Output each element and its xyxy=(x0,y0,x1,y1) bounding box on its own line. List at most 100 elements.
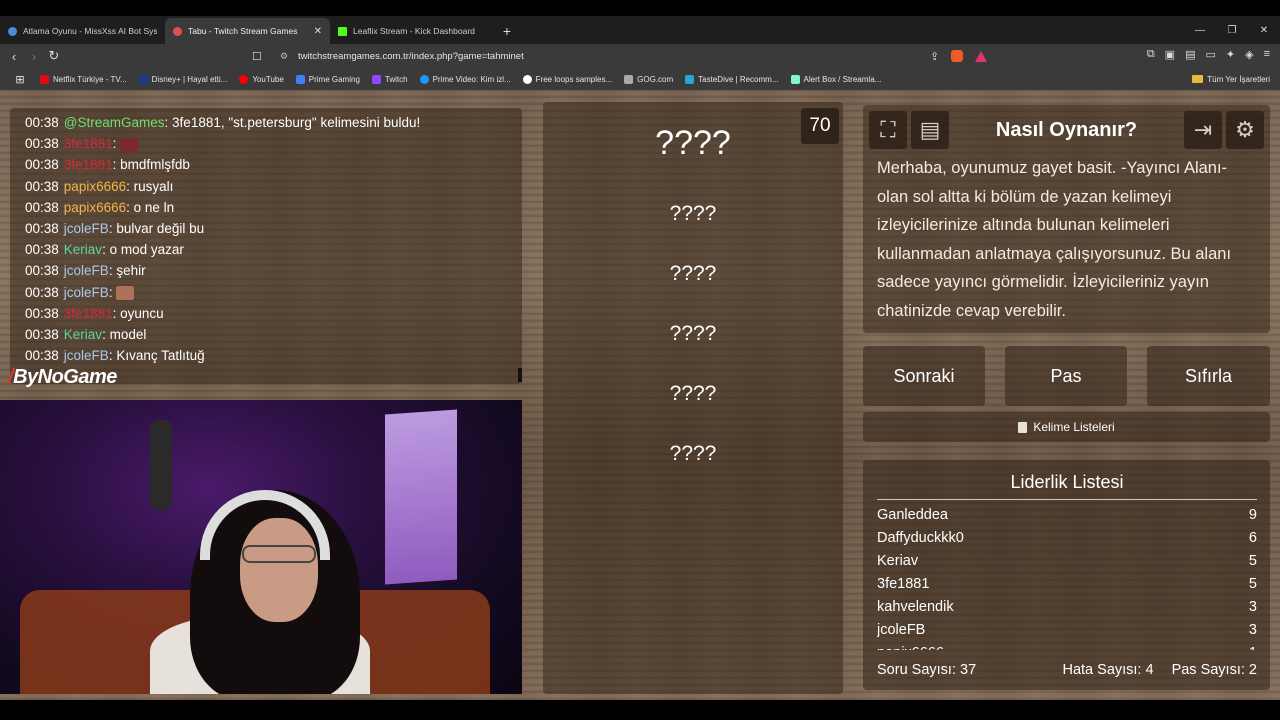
reset-button[interactable]: Sıfırla xyxy=(1147,346,1270,406)
chat-username[interactable]: jcoleFB xyxy=(64,348,109,363)
chat-emote-icon xyxy=(120,137,139,152)
site-info-icon[interactable]: ⚙ xyxy=(280,51,298,62)
extensions-icon[interactable]: ⧉ xyxy=(1147,48,1155,61)
bookmark-disney[interactable]: Disney+ | Hayal etti... xyxy=(138,74,227,84)
bynogame-logo: /ByNoGame xyxy=(8,366,117,388)
chat-scrollbar[interactable] xyxy=(518,368,522,382)
share-icon[interactable]: ⇪ xyxy=(930,50,939,63)
chat-username[interactable]: @StreamGames xyxy=(64,115,165,130)
url-text[interactable]: twitchstreamgames.com.tr/index.php?game=… xyxy=(298,51,1000,62)
chat-text: Kıvanç Tatlıtuğ xyxy=(112,348,205,364)
leaderboard-score: 1 xyxy=(1249,642,1257,650)
bookmark-twitch[interactable]: Twitch xyxy=(371,74,408,84)
new-tab-icon[interactable]: + xyxy=(495,18,519,44)
chat-timestamp: 00:38 xyxy=(25,178,59,194)
chat-message: 00:38 papix6666: o ne ln xyxy=(25,197,507,218)
chat-panel: 00:38 @StreamGames: 3fe1881, "st.petersbu… xyxy=(10,108,522,384)
close-window-icon[interactable]: ✕ xyxy=(1248,25,1280,36)
leaderboard-name: Ganleddea xyxy=(877,507,948,523)
tab-favicon-icon xyxy=(173,26,182,36)
leaderboard-row: 3fe1881 5 xyxy=(877,573,1257,596)
chat-username[interactable]: jcoleFB xyxy=(64,263,109,278)
forward-icon[interactable]: › xyxy=(24,49,44,64)
chat-message: 00:38 3fe1881: xyxy=(25,133,507,154)
bookmark-gog[interactable]: GOG.com xyxy=(624,74,673,84)
bookmark-prime-video[interactable]: Prime Video: Kim izl... xyxy=(419,74,511,84)
downloads-icon[interactable]: ▣ xyxy=(1165,48,1175,61)
chat-timestamp: 00:38 xyxy=(25,199,59,215)
next-button[interactable]: Sonraki xyxy=(863,346,985,406)
forbidden-word: ???? xyxy=(669,382,717,405)
tab-tabu[interactable]: Tabu - Twitch Stream Games ✕ xyxy=(165,18,330,44)
leaderboard-score: 9 xyxy=(1248,507,1257,523)
chat-timestamp: 00:38 xyxy=(25,305,59,321)
chat-username[interactable]: 3fe1881 xyxy=(64,306,113,321)
youtube-icon xyxy=(239,74,249,84)
address-bar[interactable]: ☐ ⚙ twitchstreamgames.com.tr/index.php?g… xyxy=(252,46,1000,66)
leaderboard-row: papix6666 1 xyxy=(877,642,1257,650)
settings-gear-icon[interactable]: ⚙ xyxy=(1226,111,1264,149)
folder-icon xyxy=(1192,75,1204,83)
window-controls: — ❐ ✕ xyxy=(1184,16,1280,44)
bookmark-netflix[interactable]: Netflix Türkiye - TV... xyxy=(40,74,127,84)
leaderboard-row: Ganleddea 9 xyxy=(877,504,1257,527)
chat-username[interactable]: jcoleFB xyxy=(64,285,109,300)
back-icon[interactable]: ‹ xyxy=(4,49,24,64)
word-lists-label: Kelime Listeleri xyxy=(1033,420,1115,434)
brave-shields-icon[interactable] xyxy=(951,50,964,62)
forbidden-word: ???? xyxy=(669,202,717,225)
close-tab-icon[interactable]: ✕ xyxy=(314,26,322,37)
leo-ai-icon[interactable]: ✦ xyxy=(1226,48,1235,61)
chat-username[interactable]: Keriav xyxy=(64,327,102,342)
leaderboard-score: 6 xyxy=(1248,530,1257,546)
chat-username[interactable]: papix6666 xyxy=(64,179,126,194)
chat-username[interactable]: 3fe1881 xyxy=(64,136,113,151)
chat-username[interactable]: Keriav xyxy=(64,242,102,257)
logout-icon[interactable]: ⇥ xyxy=(1184,111,1222,149)
free-loops-icon xyxy=(522,74,532,84)
bookmark-prime-gaming[interactable]: Prime Gaming xyxy=(295,74,360,84)
bookmark-alert-box[interactable]: Alert Box / Streamla... xyxy=(790,74,881,84)
menu-icon[interactable]: ≡ xyxy=(1264,48,1270,61)
tab-favicon-icon xyxy=(338,26,347,36)
minimize-icon[interactable]: — xyxy=(1184,25,1216,36)
leaderboard-list[interactable]: Ganleddea 9 Daffyduckkk0 6 Keriav 5 3fe1881 5 ka… xyxy=(877,504,1257,650)
chat-username[interactable]: papix6666 xyxy=(64,200,126,215)
word-lists-button[interactable]: Kelime Listeleri xyxy=(863,412,1270,442)
webcam-door xyxy=(385,409,457,585)
brave-rewards-icon[interactable] xyxy=(975,50,988,62)
maximize-icon[interactable]: ❐ xyxy=(1216,25,1248,36)
chat-username[interactable]: 3fe1881 xyxy=(64,157,113,172)
tab-atlama-oyunu[interactable]: Atlama Oyunu - MissXss AI Bot Syste xyxy=(0,18,165,44)
chat-lines: 00:38 @StreamGames: 3fe1881, "st.petersbu… xyxy=(25,112,507,366)
leaderboard-name: jcoleFB xyxy=(877,622,926,638)
bookmark-free-loops[interactable]: Free loops samples... xyxy=(522,74,612,84)
chat-text: bulvar değil bu xyxy=(112,220,205,236)
vpn-icon[interactable]: ◈ xyxy=(1245,48,1253,61)
tab-favicon-icon xyxy=(8,26,17,36)
leaderboard-score: 3 xyxy=(1248,599,1257,615)
chat-username[interactable]: jcoleFB xyxy=(64,221,109,236)
chat-message: 00:38 jcoleFB: xyxy=(25,282,507,303)
reload-icon[interactable]: ↻ xyxy=(44,48,64,64)
bookmark-tastedive[interactable]: TasteDive | Recomm... xyxy=(685,74,779,84)
chat-timestamp: 00:38 xyxy=(25,115,59,130)
bookmark-icon[interactable]: ☐ xyxy=(252,50,270,63)
leaderboard-row: kahvelendik 3 xyxy=(877,596,1257,619)
pass-button[interactable]: Pas xyxy=(1005,346,1127,406)
chat-timestamp: 00:38 xyxy=(25,220,59,236)
chat-text: şehir xyxy=(112,263,146,279)
tab-kick-dashboard[interactable]: Leaflix Stream - Kick Dashboard xyxy=(330,18,495,44)
prime-gaming-icon xyxy=(295,74,305,84)
chat-text: o mod yazar xyxy=(105,242,184,258)
all-bookmarks[interactable]: Tüm Yer İşaretleri xyxy=(1192,68,1270,90)
chat-message: 00:38 @StreamGames: 3fe1881, "st.petersbu… xyxy=(25,112,507,133)
bookmark-youtube[interactable]: YouTube xyxy=(239,74,284,84)
apps-grid-icon[interactable]: ⊞ xyxy=(0,73,40,86)
sidebar-icon[interactable]: ▤ xyxy=(1185,48,1195,61)
chat-timestamp: 00:38 xyxy=(25,136,59,152)
tastedive-icon xyxy=(685,74,695,84)
wallet-icon[interactable]: ▭ xyxy=(1205,48,1215,61)
how-to-play-text: Merhaba, oyunumuz gayet basit. -Yayıncı … xyxy=(877,159,1232,320)
forbidden-word: ???? xyxy=(669,322,717,345)
